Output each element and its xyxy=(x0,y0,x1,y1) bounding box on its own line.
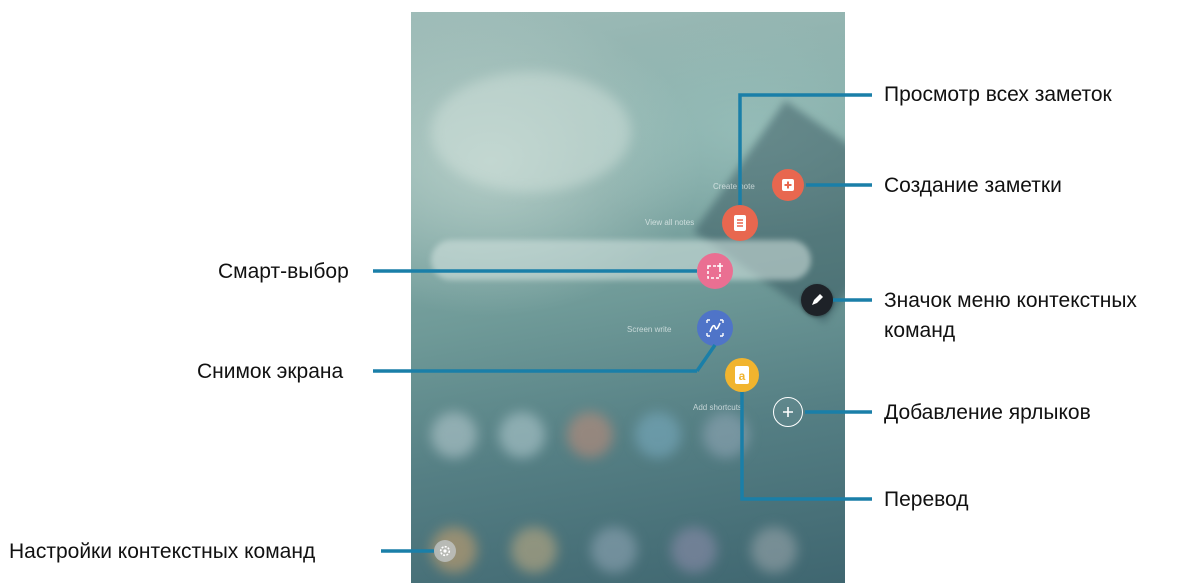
leader-translate xyxy=(740,392,872,501)
label-translate: Перевод xyxy=(884,488,969,511)
label-command-icon-line1: Значок меню контекстных xyxy=(884,289,1137,312)
label-view-all-notes: Просмотр всех заметок xyxy=(884,83,1112,106)
label-command-icon-line2: команд xyxy=(884,319,956,342)
label-smart-select: Смарт-выбор xyxy=(218,260,349,283)
leader-screen-write-connector xyxy=(695,344,717,372)
label-create-note: Создание заметки xyxy=(884,174,1062,197)
label-add-shortcuts: Добавление ярлыков xyxy=(884,401,1091,424)
label-screen-write: Снимок экрана xyxy=(197,360,344,383)
leader-view-all-notes xyxy=(738,93,872,205)
label-command-settings: Настройки контекстных команд xyxy=(9,540,316,563)
